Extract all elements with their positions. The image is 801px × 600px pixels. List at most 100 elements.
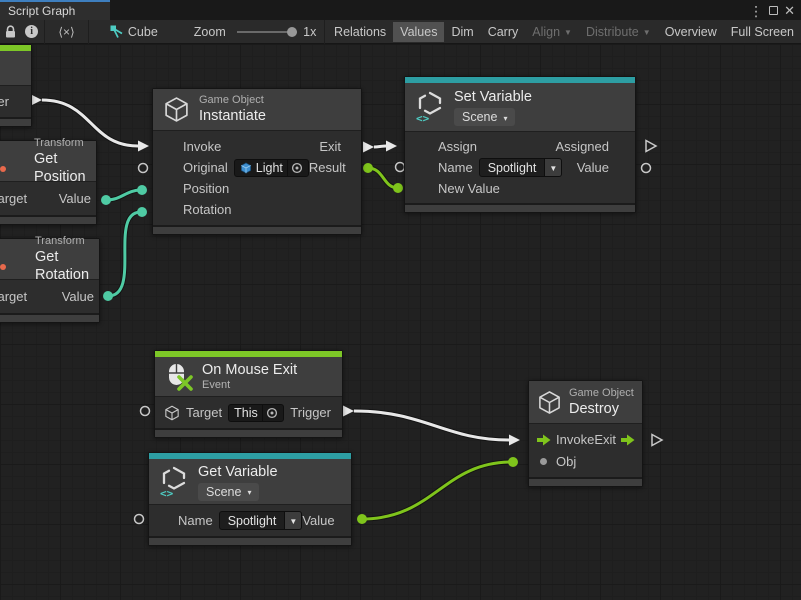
node-category: Transform <box>35 235 85 248</box>
port-trigger-out[interactable] <box>31 95 42 106</box>
wire-exit-to-assign[interactable] <box>363 141 397 153</box>
mouse-exit-icon <box>165 363 193 391</box>
trigger-label: Trigger <box>0 94 9 109</box>
target-label: Target <box>0 289 27 304</box>
object-picker-button[interactable] <box>262 405 281 421</box>
node-on-mouse-exit[interactable]: On Mouse Exit Event Target This <box>154 350 343 438</box>
port-target-in[interactable] <box>141 407 150 416</box>
rotation-label: Rotation <box>183 202 231 217</box>
graph-canvas[interactable]: Trigger Transform Get Position Target Va… <box>0 44 801 600</box>
zoom-slider-handle[interactable] <box>287 27 297 37</box>
graph-target-button[interactable]: Cube <box>103 22 165 42</box>
port-destroy-exit-out[interactable] <box>652 435 662 446</box>
svg-text:<>: <> <box>160 487 174 498</box>
variable-name-dropdown[interactable]: Spotlight ▼ <box>219 511 303 530</box>
values-button[interactable]: Values <box>393 22 444 42</box>
original-label: Original <box>183 160 228 175</box>
caret-down-icon: ▼ <box>564 28 572 37</box>
node-set-variable[interactable]: <> Set Variable Scene ▾ Assign Assigned <box>404 76 636 213</box>
node-instantiate[interactable]: Game Object Instantiate Invoke Exit Orig… <box>152 88 362 235</box>
caret-down-icon: ▾ <box>503 114 507 123</box>
assigned-label: Assigned <box>556 139 609 154</box>
zoom-slider[interactable] <box>237 20 297 44</box>
flow-arrow-icon[interactable] <box>621 434 635 446</box>
maximize-icon[interactable] <box>769 2 778 20</box>
flow-arrow-icon[interactable] <box>537 434 551 446</box>
overview-button[interactable]: Overview <box>658 22 724 42</box>
wire-getposition-to-position[interactable] <box>101 185 147 205</box>
carry-button[interactable]: Carry <box>481 22 526 42</box>
port-destroy-invoke-in[interactable] <box>509 435 520 446</box>
invoke-label: Invoke <box>556 432 594 447</box>
wire-getvariable-to-obj[interactable] <box>357 457 518 524</box>
node-subtitle: Event <box>202 379 297 392</box>
wire-trigger-to-destroy-invoke[interactable] <box>343 406 520 446</box>
port-result-out[interactable] <box>363 163 373 173</box>
prefab-cube-icon <box>240 162 252 174</box>
tab-bar: Script Graph ⋮ ✕ <box>0 0 801 20</box>
variable-name-dropdown[interactable]: Spotlight ▼ <box>479 158 563 177</box>
exit-label: Exit <box>594 432 616 447</box>
tab-title: Script Graph <box>8 4 75 18</box>
node-get-variable[interactable]: <> Get Variable Scene ▾ Name Spotlight <box>148 452 352 546</box>
relations-button[interactable]: Relations <box>327 22 393 42</box>
info-icon: i <box>25 25 38 38</box>
port-position-in[interactable] <box>137 185 147 195</box>
variable-kind-dropdown[interactable]: Scene ▾ <box>198 483 259 501</box>
menu-icon[interactable]: ⋮ <box>749 2 763 20</box>
full-screen-button[interactable]: Full Screen <box>724 22 801 42</box>
node-get-rotation[interactable]: Transform Get Rotation Target Value <box>0 238 100 323</box>
tab-script-graph[interactable]: Script Graph <box>0 0 110 20</box>
port-value-out[interactable] <box>357 514 367 524</box>
trigger-label: Trigger <box>290 405 331 420</box>
value-label: Value <box>62 289 94 304</box>
node-title: On Mouse Exit <box>202 361 297 379</box>
wire-getrotation-to-rotation[interactable] <box>103 207 147 301</box>
wire-result-to-new-value[interactable] <box>363 163 403 193</box>
port-rotation-in[interactable] <box>137 207 147 217</box>
port-name-in[interactable] <box>135 515 144 524</box>
port-invoke-in[interactable] <box>138 141 149 152</box>
toolbar-separator <box>44 20 45 44</box>
port-value-out[interactable] <box>642 164 651 173</box>
variable-kind-dropdown[interactable]: Scene ▾ <box>454 108 515 126</box>
close-icon[interactable]: ✕ <box>784 2 795 20</box>
port-exit-out[interactable] <box>363 142 374 153</box>
code-view-button[interactable]: ⟨×⟩ <box>47 20 86 44</box>
wire-layer <box>0 44 801 600</box>
object-field-light[interactable]: Light <box>234 159 309 177</box>
value-port-icon[interactable] <box>540 458 547 465</box>
node-destroy[interactable]: Game Object Destroy Invoke Exit <box>528 380 643 487</box>
distribute-button[interactable]: Distribute ▼ <box>579 22 658 42</box>
port-new-value-in[interactable] <box>393 183 403 193</box>
port-assigned-out[interactable] <box>646 141 656 152</box>
object-picker-icon <box>291 162 303 174</box>
graph-toolbar: i ⟨×⟩ Cube Zoom 1x Relations Values Dim … <box>0 20 801 44</box>
object-field-value: Light <box>256 161 283 175</box>
port-assign-in[interactable] <box>386 141 397 152</box>
inspector-button[interactable]: i <box>21 20 42 44</box>
port-trigger-out[interactable] <box>343 406 354 417</box>
node-category: Game Object <box>569 387 634 400</box>
lock-icon <box>4 25 17 39</box>
node-edge-event[interactable]: Trigger <box>0 44 32 127</box>
node-get-position[interactable]: Transform Get Position Target Value <box>0 140 97 225</box>
lock-button[interactable] <box>0 20 21 44</box>
toolbar-separator <box>88 20 89 44</box>
transform-icon <box>0 166 6 172</box>
align-button[interactable]: Align ▼ <box>525 22 579 42</box>
dim-button[interactable]: Dim <box>444 22 480 42</box>
svg-text:<>: <> <box>416 112 430 123</box>
object-field-this[interactable]: This <box>228 404 284 422</box>
port-value-out[interactable] <box>103 291 113 301</box>
assign-label: Assign <box>438 139 477 154</box>
port-value-out[interactable] <box>101 195 111 205</box>
caret-down-icon: ▾ <box>247 488 251 497</box>
object-picker-button[interactable] <box>287 160 306 176</box>
position-label: Position <box>183 181 229 196</box>
toolbar-separator <box>324 20 325 44</box>
caret-down-icon: ▼ <box>289 517 297 526</box>
port-original-in[interactable] <box>139 164 148 173</box>
window-controls: ⋮ ✕ <box>749 2 801 20</box>
port-obj-in[interactable] <box>508 457 518 467</box>
